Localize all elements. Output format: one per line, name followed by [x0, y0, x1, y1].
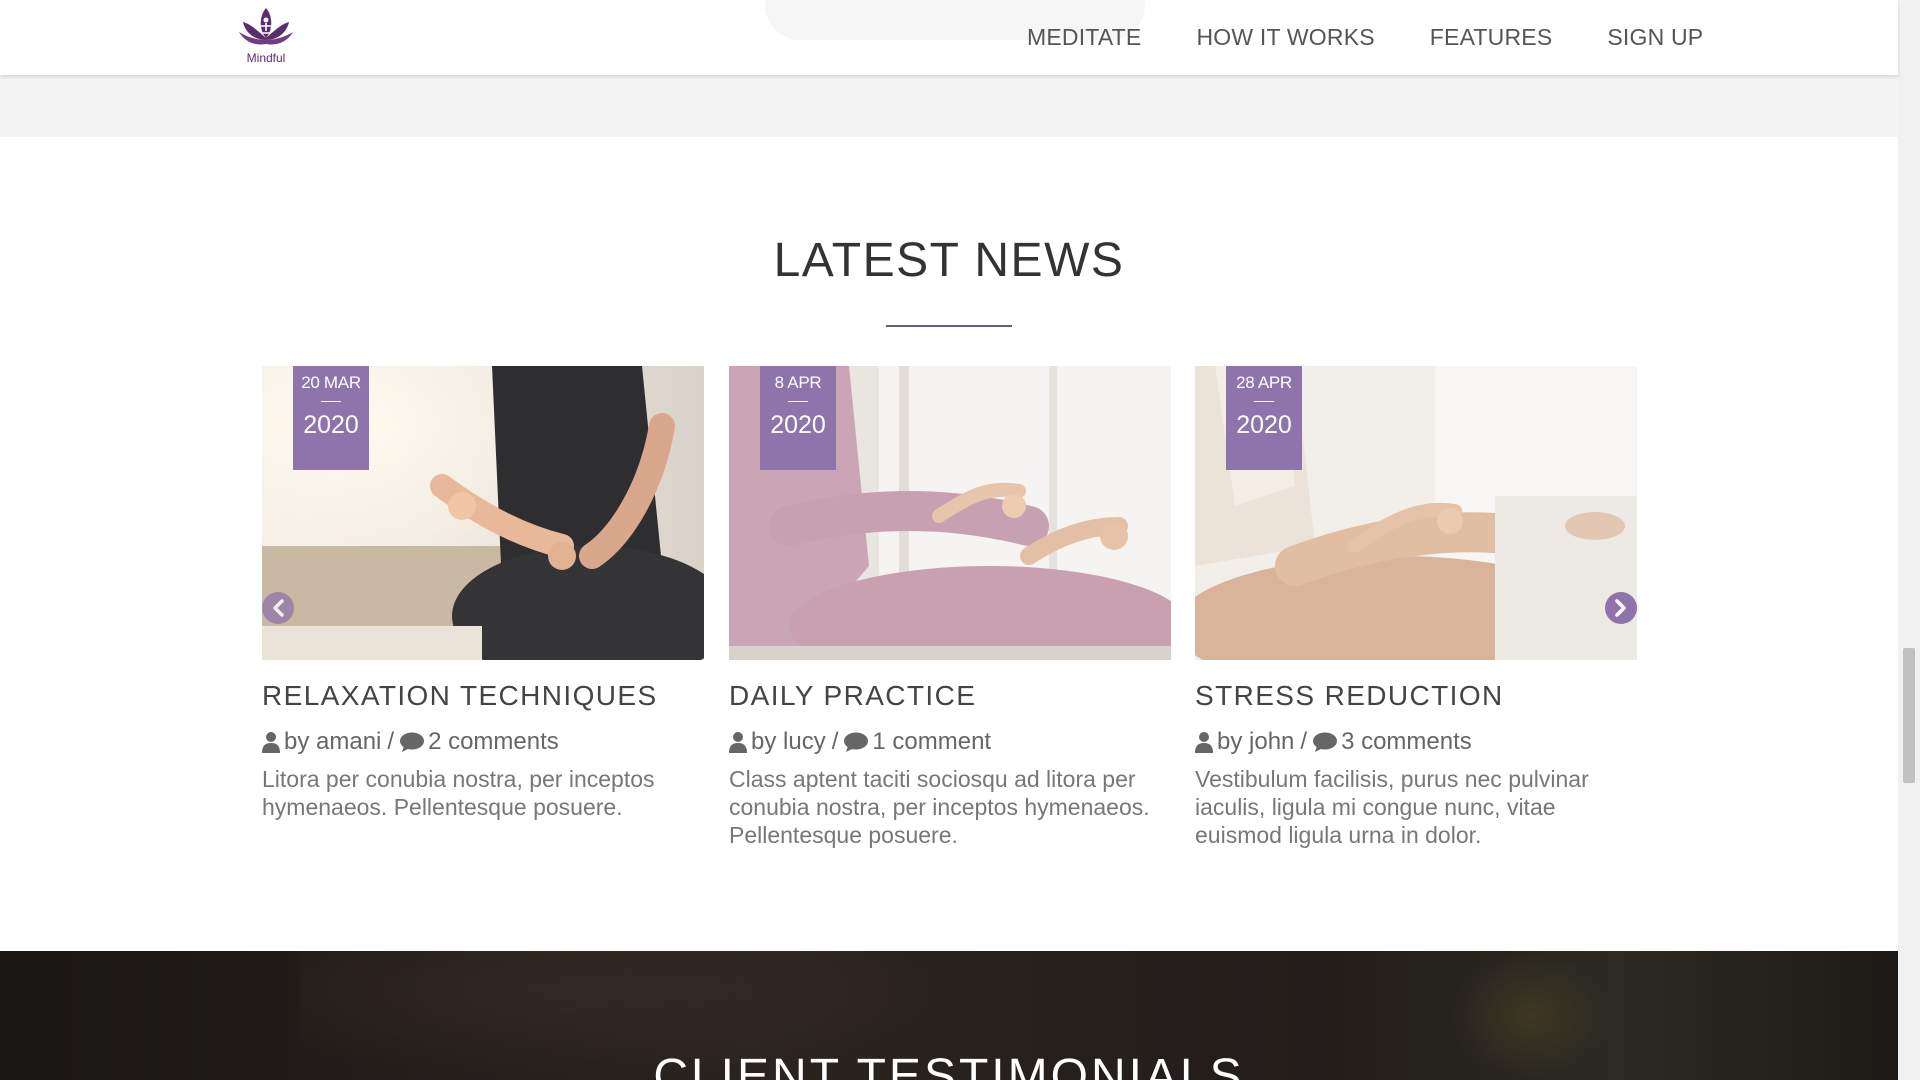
date-day: 28 APR — [1236, 373, 1292, 392]
title-underline — [886, 325, 1012, 327]
scrollbar[interactable] — [1898, 0, 1920, 1080]
news-image[interactable]: 8 APR 2020 — [729, 366, 1171, 660]
scrollbar-thumb[interactable] — [1903, 648, 1915, 783]
page: Mindful MEDITATE HOW IT WORKS FEATURES S… — [0, 0, 1920, 1080]
user-icon — [262, 732, 280, 753]
date-divider — [1254, 401, 1274, 402]
latest-news-title: LATEST NEWS — [773, 234, 1125, 287]
testimonials-section: CLIENT TESTIMONIALS — [0, 951, 1898, 1080]
meta-separator: / — [387, 728, 395, 755]
nav-meditate[interactable]: MEDITATE — [1027, 24, 1141, 51]
user-icon — [729, 732, 747, 753]
date-badge: 8 APR 2020 — [760, 366, 836, 470]
carousel-next-button[interactable] — [1605, 592, 1637, 624]
date-badge: 28 APR 2020 — [1226, 366, 1302, 470]
news-title[interactable]: RELAXATION TECHNIQUES — [262, 680, 704, 712]
news-title[interactable]: STRESS REDUCTION — [1195, 680, 1637, 712]
comment-icon — [844, 732, 869, 752]
nav-how-it-works[interactable]: HOW IT WORKS — [1196, 24, 1374, 51]
date-year: 2020 — [1236, 411, 1292, 439]
user-icon — [1195, 732, 1213, 753]
testimonials-title: CLIENT TESTIMONIALS — [653, 1050, 1245, 1080]
news-author[interactable]: by john — [1217, 728, 1294, 756]
news-excerpt: Class aptent taciti sociosqu ad litora p… — [729, 766, 1150, 848]
news-card[interactable]: 8 APR 2020 DAILY PRACTICE by lucy / 1 co… — [729, 366, 1171, 849]
news-card[interactable]: 20 MAR 2020 RELAXATION TECHNIQUES by ama… — [262, 366, 704, 821]
news-meta: by amani / 2 comments — [262, 728, 704, 756]
news-image[interactable]: 28 APR 2020 — [1195, 366, 1637, 660]
carousel-prev-button[interactable] — [262, 592, 294, 624]
date-year: 2020 — [770, 411, 826, 439]
main-nav: MEDITATE HOW IT WORKS FEATURES SIGN UP — [1027, 24, 1703, 51]
date-day: 8 APR — [774, 373, 822, 392]
news-excerpt: Vestibulum facilisis, purus nec pulvinar… — [1195, 766, 1589, 848]
news-card[interactable]: 28 APR 2020 STRESS REDUCTION by john / 3… — [1195, 366, 1637, 849]
news-image[interactable]: 20 MAR 2020 — [262, 366, 704, 660]
chevron-right-icon — [1615, 599, 1626, 617]
news-excerpt: Litora per conubia nostra, per inceptos … — [262, 766, 655, 820]
news-comments[interactable]: 3 comments — [1341, 728, 1472, 756]
site-header: Mindful MEDITATE HOW IT WORKS FEATURES S… — [0, 0, 1898, 75]
news-author[interactable]: by lucy — [751, 728, 826, 756]
date-divider — [788, 401, 808, 402]
logo[interactable]: Mindful — [236, 6, 296, 68]
news-meta: by john / 3 comments — [1195, 728, 1637, 756]
meta-separator: / — [1300, 728, 1308, 755]
date-badge: 20 MAR 2020 — [293, 366, 369, 470]
news-meta: by lucy / 1 comment — [729, 728, 1171, 756]
comment-icon — [400, 732, 425, 752]
chevron-left-icon — [273, 599, 284, 617]
date-divider — [321, 401, 341, 402]
lotus-icon — [239, 8, 293, 45]
date-day: 20 MAR — [301, 373, 361, 392]
news-comments[interactable]: 2 comments — [428, 728, 559, 756]
nav-sign-up[interactable]: SIGN UP — [1607, 24, 1703, 51]
date-year: 2020 — [303, 411, 359, 439]
comment-icon — [1313, 732, 1338, 752]
logo-text: Mindful — [246, 51, 286, 65]
section-divider — [0, 75, 1898, 137]
meta-separator: / — [831, 728, 839, 755]
news-comments[interactable]: 1 comment — [872, 728, 991, 756]
news-title[interactable]: DAILY PRACTICE — [729, 680, 1171, 712]
nav-features[interactable]: FEATURES — [1430, 24, 1553, 51]
news-author[interactable]: by amani — [284, 728, 381, 756]
